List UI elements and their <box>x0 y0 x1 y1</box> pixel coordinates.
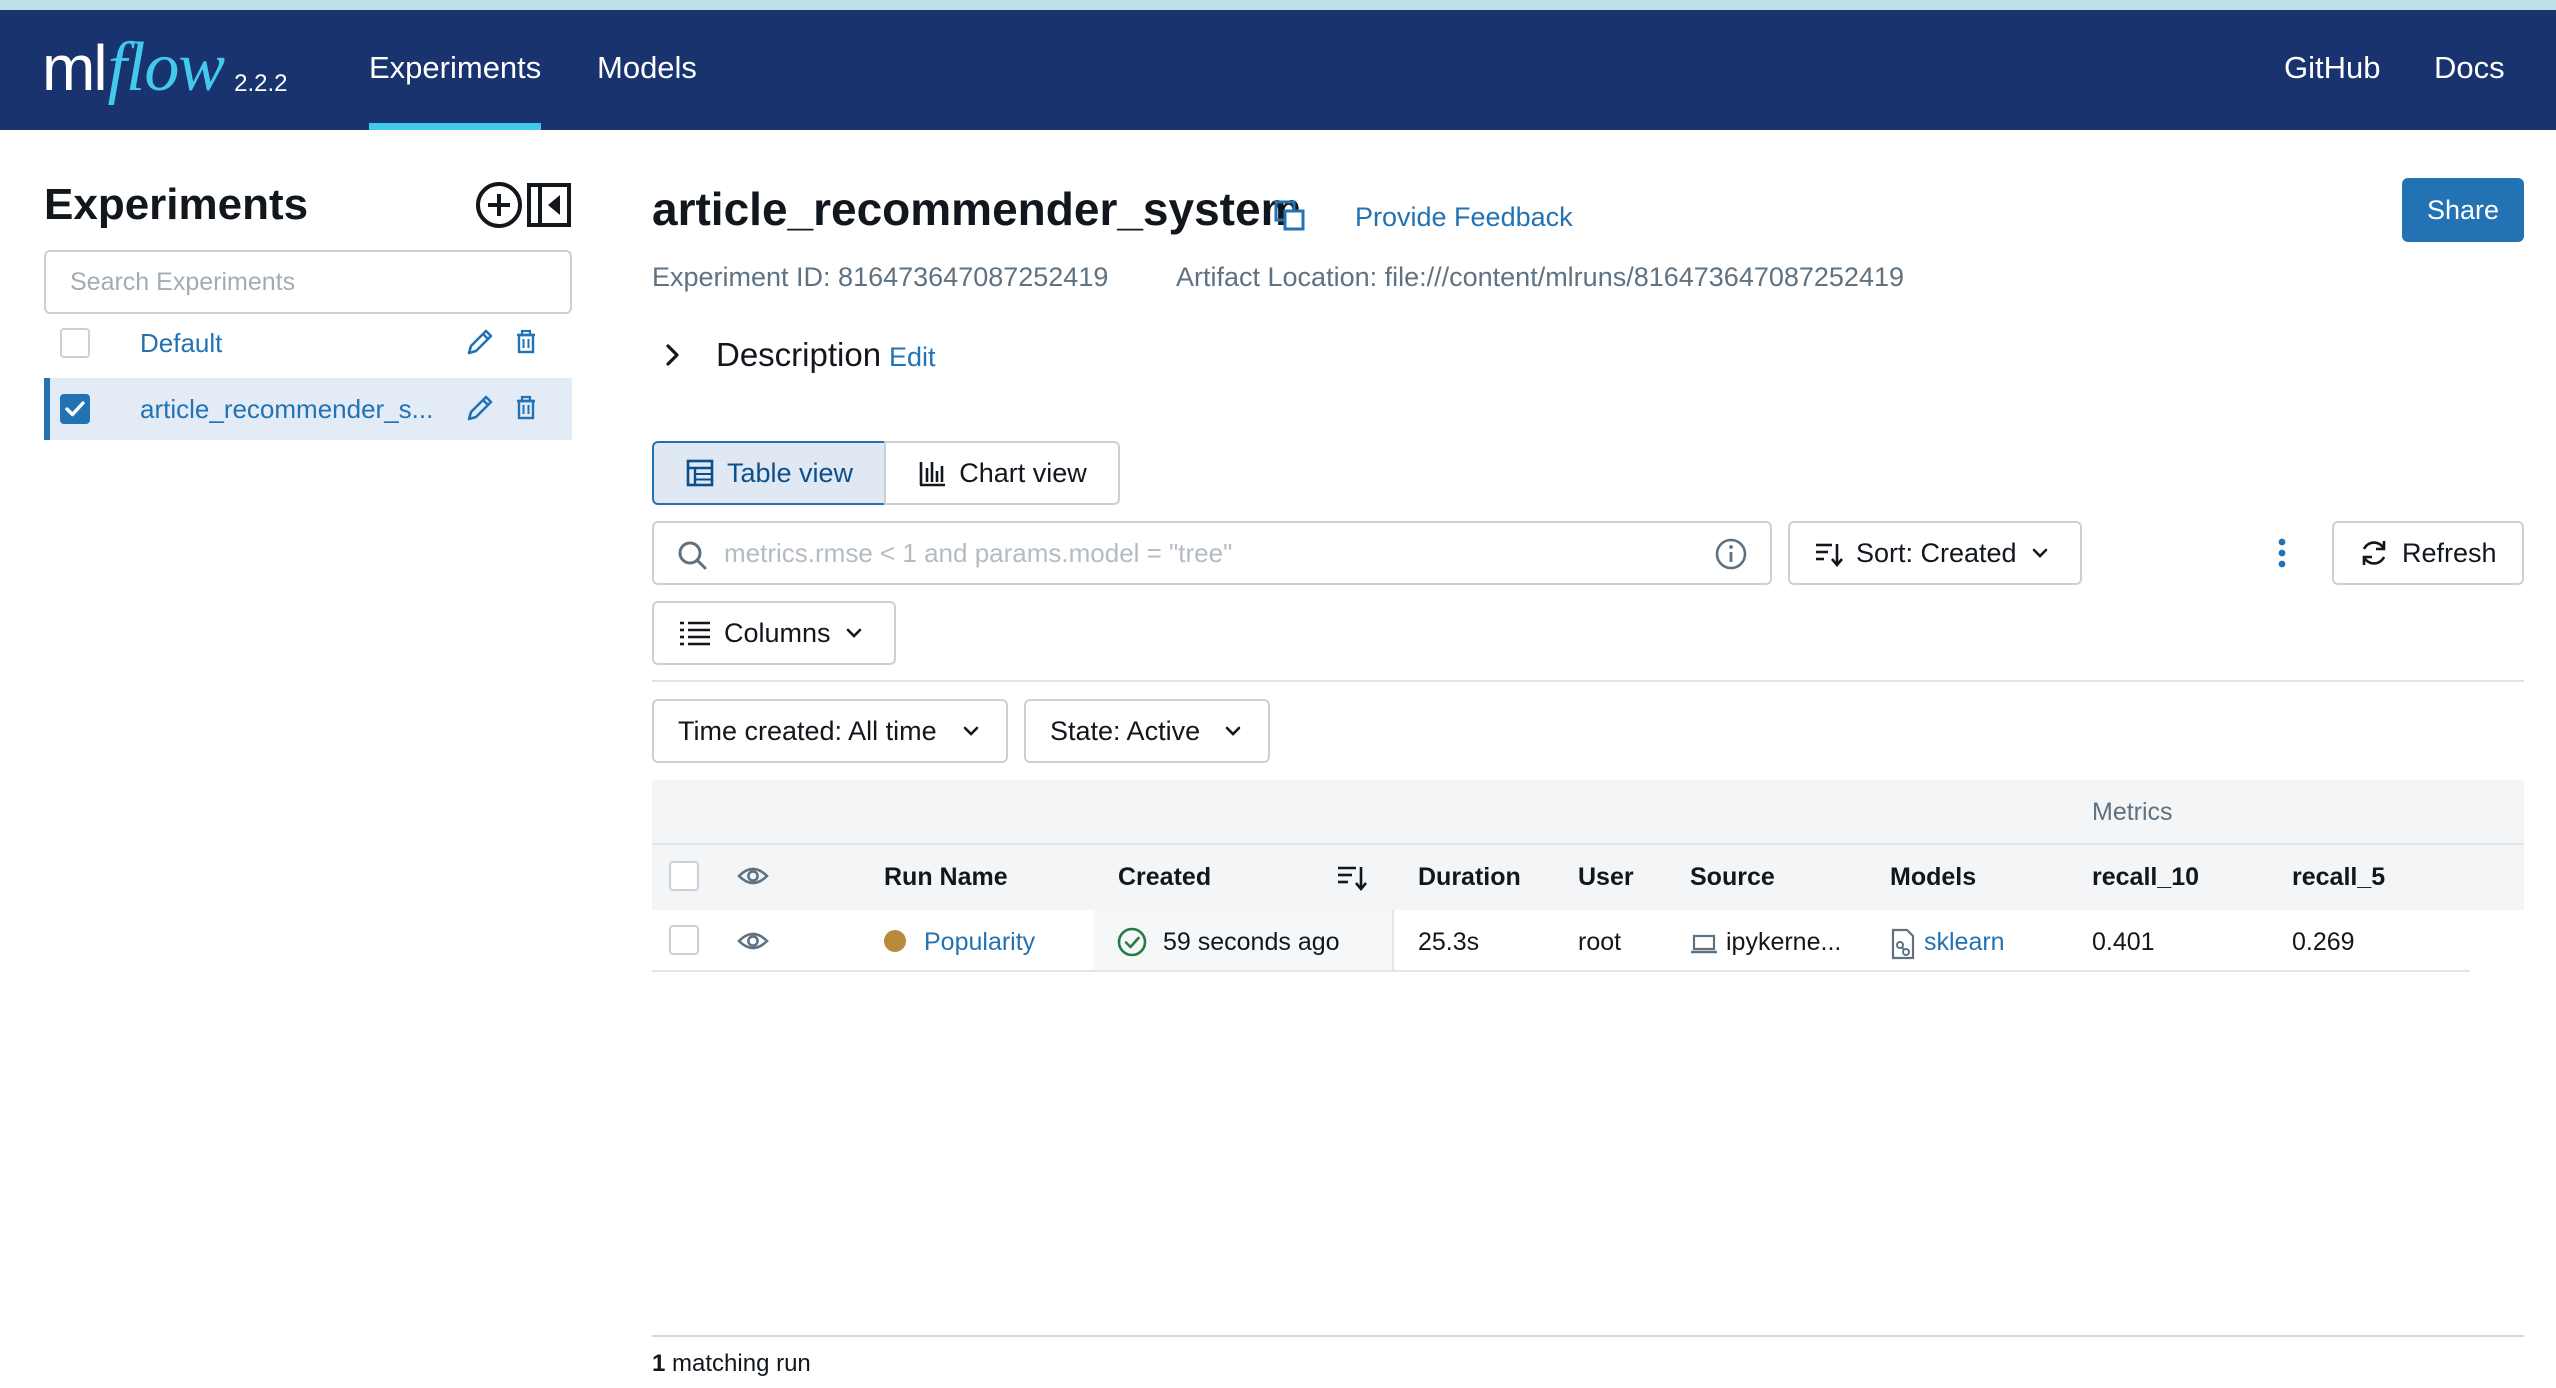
experiment-name[interactable]: Default <box>140 312 222 374</box>
sidebar-item-default[interactable]: Default <box>44 312 572 374</box>
footer-divider <box>652 1335 2524 1337</box>
run-search-box <box>652 521 1772 585</box>
columns-dropdown[interactable]: Columns <box>652 601 896 665</box>
user-value: root <box>1578 928 1622 956</box>
eye-icon[interactable] <box>737 862 769 890</box>
table-view-tab[interactable]: Table view <box>652 441 886 505</box>
edit-pencil-icon[interactable] <box>464 392 496 424</box>
column-header-created[interactable]: Created <box>1118 863 1211 892</box>
chevron-down-icon <box>963 726 979 736</box>
column-header-recall-5[interactable]: recall_5 <box>2292 863 2385 892</box>
run-search-input[interactable] <box>724 531 1684 575</box>
time-created-dropdown[interactable]: Time created: All time <box>652 699 1008 763</box>
sidebar-title: Experiments <box>44 180 309 229</box>
kebab-menu-icon[interactable] <box>2268 535 2296 571</box>
refresh-icon <box>2362 541 2386 565</box>
column-header-user[interactable]: User <box>1578 863 1634 892</box>
sort-dropdown[interactable]: Sort: Created <box>1788 521 2082 585</box>
table-view-label: Table view <box>726 457 854 488</box>
version-label: 2.2.2 <box>234 70 288 97</box>
time-created-label: Time created: All time <box>678 715 937 746</box>
mlflow-logo[interactable]: ml flow 2.2.2 <box>42 28 288 108</box>
sort-icon <box>1816 543 1843 568</box>
description-label: Description <box>716 336 882 373</box>
search-icon <box>678 541 707 570</box>
chevron-right-icon[interactable] <box>658 340 688 370</box>
row-checkbox[interactable] <box>669 925 699 955</box>
sidebar-item-article-recommender[interactable]: article_recommender_s... <box>44 378 572 440</box>
share-button[interactable]: Share <box>2402 178 2524 242</box>
nav-experiments[interactable]: Experiments <box>369 10 542 130</box>
matching-runs-summary: 1 matching run <box>652 1350 811 1378</box>
experiment-title: article_recommender_system <box>652 183 1302 235</box>
refresh-label: Refresh <box>2402 537 2497 568</box>
chevron-down-icon <box>846 628 861 638</box>
header-divider <box>652 843 2524 845</box>
chart-view-label: Chart view <box>959 457 1087 488</box>
matching-run-count: 1 <box>652 1350 666 1377</box>
edit-pencil-icon[interactable] <box>464 326 496 358</box>
top-nav: ml flow 2.2.2 Experiments Models GitHub … <box>0 10 2556 130</box>
column-header-duration[interactable]: Duration <box>1418 863 1521 892</box>
toolbar-divider <box>652 680 2524 682</box>
laptop-icon <box>1691 934 1717 954</box>
chevron-down-icon <box>2032 548 2047 558</box>
list-icon <box>680 621 710 646</box>
created-time: 59 seconds ago <box>1163 928 1340 956</box>
copy-icon[interactable] <box>1273 199 1307 233</box>
recall-5-value: 0.269 <box>2292 928 2355 956</box>
sort-descending-icon[interactable] <box>1336 862 1368 892</box>
logo-ml-text: ml <box>42 32 108 104</box>
success-check-circle-icon <box>1117 927 1147 957</box>
bar-chart-icon <box>919 462 946 487</box>
column-header-run-name[interactable]: Run Name <box>884 863 1008 892</box>
row-divider <box>652 970 2470 972</box>
experiment-name[interactable]: article_recommender_s... <box>140 378 433 440</box>
search-experiments-input[interactable] <box>44 250 572 314</box>
provide-feedback-link[interactable]: Provide Feedback <box>1355 202 1573 233</box>
source-value[interactable]: ipykerne... <box>1726 928 1841 957</box>
column-header-source[interactable]: Source <box>1690 863 1775 892</box>
chevron-down-icon <box>1225 726 1241 736</box>
experiment-checkbox-checked[interactable] <box>60 394 90 424</box>
experiment-checkbox[interactable] <box>60 328 90 358</box>
collapse-sidebar-button[interactable] <box>524 180 574 230</box>
chart-view-tab[interactable]: Chart view <box>884 441 1120 505</box>
duration-value: 25.3s <box>1418 928 1480 956</box>
matching-run-text: matching run <box>672 1350 811 1377</box>
add-experiment-button[interactable] <box>474 180 524 230</box>
top-accent-strip <box>0 0 2556 10</box>
model-file-icon <box>1891 928 1915 960</box>
metrics-group-header: Metrics <box>2092 798 2173 826</box>
sort-label: Sort: Created <box>1856 537 2017 568</box>
columns-label: Columns <box>724 617 831 648</box>
trash-icon[interactable] <box>512 328 540 356</box>
artifact-location: Artifact Location: file:///content/mlrun… <box>1176 262 1904 292</box>
nav-github[interactable]: GitHub <box>2284 10 2380 130</box>
plus-circle-icon <box>476 182 522 228</box>
run-name-link[interactable]: Popularity <box>924 928 1035 957</box>
run-color-dot[interactable] <box>884 930 906 952</box>
model-link[interactable]: sklearn <box>1924 928 2005 957</box>
select-all-checkbox[interactable] <box>669 861 699 891</box>
column-header-recall-10[interactable]: recall_10 <box>2092 863 2199 892</box>
column-header-models[interactable]: Models <box>1890 863 1976 892</box>
nav-docs[interactable]: Docs <box>2434 10 2505 130</box>
trash-icon[interactable] <box>512 394 540 422</box>
eye-icon[interactable] <box>737 927 769 955</box>
state-dropdown[interactable]: State: Active <box>1024 699 1270 763</box>
table-icon <box>686 459 714 487</box>
recall-10-value: 0.401 <box>2092 928 2155 956</box>
state-label: State: Active <box>1050 715 1201 746</box>
info-icon[interactable] <box>1714 537 1748 571</box>
checkmark-icon <box>65 401 85 417</box>
logo-flow-text: flow <box>107 29 226 106</box>
refresh-button[interactable]: Refresh <box>2332 521 2524 585</box>
collapse-left-icon <box>527 183 571 227</box>
description-edit-link[interactable]: Edit <box>889 342 936 373</box>
nav-models[interactable]: Models <box>597 10 697 130</box>
experiment-id: Experiment ID: 816473647087252419 <box>652 262 1109 292</box>
